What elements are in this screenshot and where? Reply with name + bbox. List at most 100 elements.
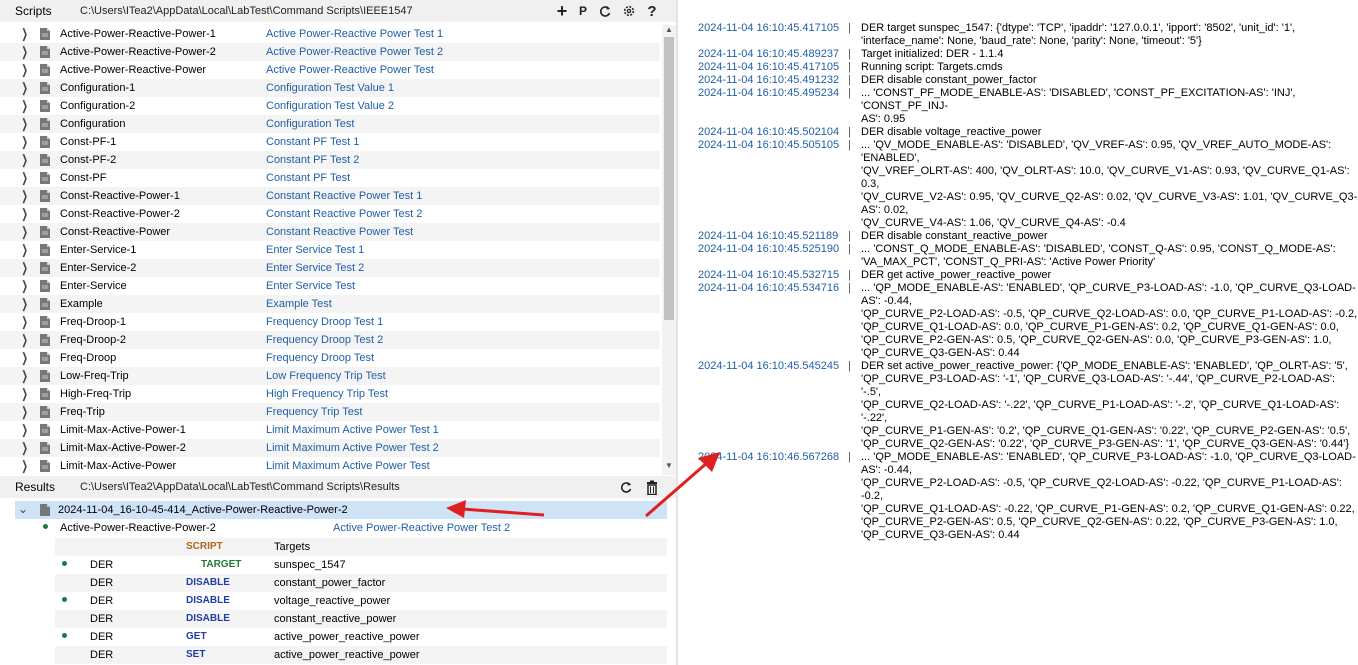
- log-timestamp: 2024-11-04 16:10:45.491232: [698, 74, 840, 86]
- result-command-row[interactable]: DER DISABLE constant_reactive_power: [55, 610, 667, 628]
- chevron-right-icon[interactable]: ❯: [21, 458, 28, 474]
- log-timestamp: 2024-11-04 16:10:45.489237: [698, 48, 840, 60]
- script-desc: Frequency Droop Test 2: [266, 334, 384, 346]
- result-command-row[interactable]: DER DISABLE constant_power_factor: [55, 574, 667, 592]
- scroll-thumb[interactable]: [664, 37, 674, 320]
- chevron-right-icon[interactable]: ❯: [21, 188, 28, 204]
- help-icon[interactable]: ?: [643, 2, 661, 20]
- script-row[interactable]: ❯ Example Example Test: [0, 295, 660, 313]
- script-row[interactable]: ❯ Const-PF-2 Constant PF Test 2: [0, 151, 660, 169]
- document-icon: [40, 64, 50, 76]
- chevron-right-icon[interactable]: ❯: [21, 404, 28, 420]
- script-row[interactable]: ❯ Freq-Droop Frequency Droop Test: [0, 349, 660, 367]
- log-message: DER disable voltage_reactive_power: [861, 126, 1042, 138]
- chevron-right-icon[interactable]: ❯: [21, 440, 28, 456]
- chevron-right-icon[interactable]: ❯: [21, 44, 28, 60]
- command-arg: active_power_reactive_power: [274, 649, 420, 661]
- document-icon: [40, 82, 50, 94]
- trash-icon[interactable]: [643, 478, 661, 496]
- p-button[interactable]: P: [574, 2, 592, 20]
- chevron-right-icon[interactable]: ❯: [21, 98, 28, 114]
- script-row[interactable]: ❯ High-Freq-Trip High Frequency Trip Test: [0, 385, 660, 403]
- result-command-row[interactable]: DER DISABLE voltage_reactive_power: [55, 592, 667, 610]
- log-timestamp: 2024-11-04 16:10:45.532715: [698, 269, 840, 281]
- chevron-right-icon[interactable]: ❯: [21, 134, 28, 150]
- command-verb: TARGET: [201, 559, 242, 570]
- script-row[interactable]: ❯ Enter-Service Enter Service Test: [0, 277, 660, 295]
- chevron-down-icon[interactable]: ⌄: [18, 502, 28, 516]
- script-row[interactable]: ❯ Enter-Service-2 Enter Service Test 2: [0, 259, 660, 277]
- script-row[interactable]: ❯ Configuration-2 Configuration Test Value…: [0, 97, 660, 115]
- result-file-row[interactable]: ⌄ 2024-11-04_16-10-45-414_Active-Power-R…: [15, 501, 667, 519]
- chevron-right-icon[interactable]: ❯: [21, 332, 28, 348]
- document-icon: [40, 172, 50, 184]
- script-desc: Active Power-Reactive Power Test 1: [266, 28, 444, 40]
- chevron-right-icon[interactable]: ❯: [21, 422, 28, 438]
- script-desc: Frequency Droop Test 1: [266, 316, 384, 328]
- log-message: DER disable constant_reactive_power: [861, 230, 1048, 242]
- chevron-right-icon[interactable]: ❯: [21, 296, 28, 312]
- chevron-right-icon[interactable]: ❯: [21, 62, 28, 78]
- scripts-scrollbar[interactable]: ▲ ▼: [662, 25, 676, 475]
- chevron-right-icon[interactable]: ❯: [21, 224, 28, 240]
- refresh-icon[interactable]: [617, 478, 635, 496]
- script-row[interactable]: ❯ Active-Power-Reactive-Power Active Power…: [0, 61, 660, 79]
- script-row[interactable]: ❯ Active-Power-Reactive-Power-1 Active Pow…: [0, 25, 660, 43]
- result-script-desc: Active Power-Reactive Power Test 2: [333, 522, 511, 534]
- chevron-right-icon[interactable]: ❯: [21, 386, 28, 402]
- script-row[interactable]: ❯ Const-PF Constant PF Test: [0, 169, 660, 187]
- scroll-up-icon[interactable]: ▲: [665, 25, 673, 34]
- script-name: Const-Reactive-Power: [60, 226, 171, 238]
- script-desc: Limit Maximum Active Power Test: [266, 460, 430, 472]
- command-verb: DISABLE: [186, 577, 230, 588]
- chevron-right-icon[interactable]: ❯: [21, 116, 28, 132]
- script-name: Example: [60, 298, 103, 310]
- chevron-right-icon[interactable]: ❯: [21, 368, 28, 384]
- command-arg: voltage_reactive_power: [274, 595, 391, 607]
- log-separator: |: [848, 87, 851, 99]
- script-row[interactable]: ❯ Limit-Max-Active-Power-1 Limit Maximum A…: [0, 421, 660, 439]
- add-button[interactable]: +: [553, 1, 571, 21]
- script-row[interactable]: ❯ Enter-Service-1 Enter Service Test 1: [0, 241, 660, 259]
- script-row[interactable]: ❯ Const-Reactive-Power-1 Constant Reactive…: [0, 187, 660, 205]
- chevron-right-icon[interactable]: ❯: [21, 242, 28, 258]
- script-row[interactable]: ❯ Freq-Trip Frequency Trip Test: [0, 403, 660, 421]
- chevron-right-icon[interactable]: ❯: [21, 26, 28, 42]
- chevron-right-icon[interactable]: ❯: [21, 260, 28, 276]
- script-row[interactable]: ❯ Limit-Max-Active-Power-2 Limit Maximum A…: [0, 439, 660, 457]
- document-icon: [40, 388, 50, 400]
- refresh-icon[interactable]: [596, 2, 614, 20]
- command-arg: active_power_reactive_power: [274, 631, 420, 643]
- script-name: Freq-Trip: [60, 406, 105, 418]
- script-row[interactable]: ❯ Const-PF-1 Constant PF Test 1: [0, 133, 660, 151]
- log-separator: |: [848, 74, 851, 86]
- scroll-down-icon[interactable]: ▼: [665, 461, 673, 470]
- chevron-right-icon[interactable]: ❯: [21, 80, 28, 96]
- document-icon: [40, 190, 50, 202]
- chevron-right-icon[interactable]: ❯: [21, 350, 28, 366]
- script-row[interactable]: ❯ Low-Freq-Trip Low Frequency Trip Test: [0, 367, 660, 385]
- gear-icon[interactable]: [620, 2, 638, 20]
- chevron-right-icon[interactable]: ❯: [21, 152, 28, 168]
- pane-divider[interactable]: [676, 0, 678, 665]
- script-row[interactable]: ❯ Limit-Max-Active-Power Limit Maximum Act…: [0, 457, 660, 475]
- script-row[interactable]: ❯ Const-Reactive-Power Constant Reactive P…: [0, 223, 660, 241]
- script-row[interactable]: ❯ Freq-Droop-2 Frequency Droop Test 2: [0, 331, 660, 349]
- chevron-right-icon[interactable]: ❯: [21, 278, 28, 294]
- script-name: Configuration-2: [60, 100, 136, 112]
- log-entry: 2024-11-04 16:10:45.489237 | Target initia…: [698, 48, 1358, 61]
- script-row[interactable]: ❯ Active-Power-Reactive-Power-2 Active Pow…: [0, 43, 660, 61]
- script-row[interactable]: ❯ Configuration Configuration Test: [0, 115, 660, 133]
- result-command-row[interactable]: DER TARGET sunspec_1547: [55, 556, 667, 574]
- chevron-right-icon[interactable]: ❯: [21, 314, 28, 330]
- script-name: Enter-Service-1: [60, 244, 137, 256]
- chevron-right-icon[interactable]: ❯: [21, 170, 28, 186]
- script-row[interactable]: ❯ Const-Reactive-Power-2 Constant Reactive…: [0, 205, 660, 223]
- command-target: DER: [90, 649, 114, 661]
- script-row[interactable]: ❯ Configuration-1 Configuration Test Value…: [0, 79, 660, 97]
- chevron-right-icon[interactable]: ❯: [21, 206, 28, 222]
- command-arg: sunspec_1547: [274, 559, 346, 571]
- script-row[interactable]: ❯ Freq-Droop-1 Frequency Droop Test 1: [0, 313, 660, 331]
- result-command-row[interactable]: DER GET active_power_reactive_power: [55, 628, 667, 646]
- result-command-row[interactable]: DER SET active_power_reactive_power: [55, 646, 667, 664]
